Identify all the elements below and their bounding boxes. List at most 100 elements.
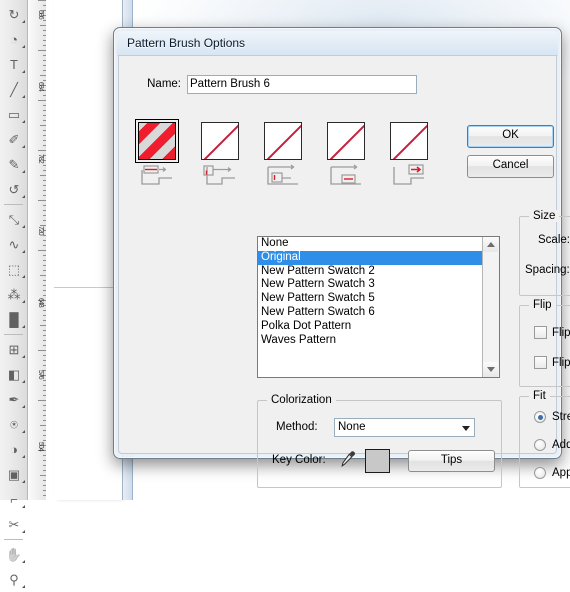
line-segment-tool[interactable]: ╱	[0, 77, 28, 102]
gradient-tool[interactable]: ◧	[0, 362, 28, 387]
diagonal-line	[203, 123, 238, 159]
mesh-icon: ⊞	[8, 342, 20, 357]
gradient-icon: ◧	[7, 367, 21, 382]
pattern-list-items[interactable]: None Original New Pattern Swatch 2 New Patt…	[258, 237, 482, 377]
eyedropper-icon: ✒	[8, 392, 20, 407]
pattern-swatch-list[interactable]: None Original New Pattern Swatch 2 New Patt…	[257, 236, 500, 378]
tile-cell-side[interactable]	[138, 122, 176, 185]
rotate-object-tool[interactable]: ↺	[0, 177, 28, 202]
symbol-sprayer-icon: ⁂	[7, 287, 21, 302]
live-paint-selection-icon: ▣	[7, 467, 21, 482]
brush-name-input[interactable]	[187, 74, 417, 94]
paintbrush-tool[interactable]: ✐	[0, 127, 28, 152]
list-item[interactable]: New Pattern Swatch 2	[258, 265, 482, 279]
rotate-tool[interactable]: ↻	[0, 2, 28, 27]
ruler-label: 782	[37, 154, 44, 163]
cancel-button[interactable]: Cancel	[467, 155, 554, 178]
ruler-tick	[38, 350, 46, 351]
pattern-brush-options-dialog: Pattern Brush Options Name: OK Cancel	[113, 27, 570, 488]
dialog-title: Pattern Brush Options	[117, 31, 558, 56]
blend-object-icon: ⍟	[10, 417, 18, 432]
size-group-title: Size	[529, 210, 560, 222]
approximate-path-label: Approximate path	[552, 467, 570, 479]
list-item[interactable]: New Pattern Swatch 6	[258, 306, 482, 320]
size-group: Size Scale: 100% Spacing: 0%	[519, 210, 570, 296]
stretch-to-fit-radio[interactable]	[534, 411, 546, 423]
key-color-label: Key Color:	[272, 454, 326, 466]
scale-tool[interactable]: ⤡	[0, 207, 28, 232]
live-paint-selection-tool[interactable]: ▣	[0, 462, 28, 487]
ruler-label: 684	[37, 82, 44, 91]
tile-cell-start[interactable]	[327, 122, 365, 185]
scroll-down-arrow-icon[interactable]	[483, 362, 498, 377]
pencil-tool[interactable]: ✎	[0, 152, 28, 177]
line-segment-icon: ╱	[10, 82, 18, 97]
column-graph-tool[interactable]: █	[0, 307, 28, 332]
tile-cell-end[interactable]	[390, 122, 428, 185]
fit-option-add-space[interactable]: Add space to fit	[534, 439, 570, 451]
end-tile-thumbnail[interactable]	[390, 122, 428, 160]
mesh-tool[interactable]: ⊞	[0, 337, 28, 362]
inner-corner-tile-thumbnail[interactable]	[264, 122, 302, 160]
blend-object-tool[interactable]: ⍟	[0, 412, 28, 437]
illustrator-workspace: ↻ ◔ T ╱ ▭ ✐ ✎ ↺ ⤡ ∿ ⬚ ⁂ █ ⊞ ◧ ✒ ⍟ ◑ ▣ ⌐ ✂ ✋ ⚲ 686 684 782 720 648 5…	[0, 0, 570, 588]
tile-cell-outer-corner[interactable]	[201, 122, 239, 185]
type-tool[interactable]: T	[0, 52, 28, 77]
flip-across-row[interactable]: Flip Across	[534, 356, 570, 369]
spacing-label: Spacing:	[525, 264, 570, 276]
cancel-button-label: Cancel	[492, 159, 529, 171]
list-item[interactable]: New Pattern Swatch 3	[258, 278, 482, 292]
eyedropper-icon[interactable]	[338, 448, 358, 468]
ok-button-label: OK	[502, 129, 519, 141]
blend-tool[interactable]: ◔	[0, 27, 28, 52]
ruler-tick	[38, 400, 46, 401]
list-item[interactable]: New Pattern Swatch 5	[258, 292, 482, 306]
ruler-label: 576	[37, 370, 44, 379]
ruler-label: 648	[37, 298, 44, 307]
rectangle-tool[interactable]: ▭	[0, 102, 28, 127]
approximate-path-radio[interactable]	[534, 467, 546, 479]
list-item[interactable]: None	[258, 237, 482, 251]
live-paint-bucket-tool[interactable]: ◑	[0, 437, 28, 462]
hand-tool[interactable]: ✋	[0, 542, 28, 567]
tips-button[interactable]: Tips	[408, 450, 495, 472]
flip-along-label: Flip Along	[552, 326, 570, 339]
ruler-tick	[38, 250, 46, 251]
tile-cell-inner-corner[interactable]	[264, 122, 302, 185]
stretch-to-fit-label: Stretch to fit	[552, 411, 570, 423]
method-dropdown[interactable]: None	[334, 418, 475, 437]
list-item[interactable]: Waves Pattern	[258, 334, 482, 348]
rectangle-icon: ▭	[7, 107, 21, 122]
method-value: None	[338, 421, 366, 433]
outer-corner-tile-thumbnail[interactable]	[201, 122, 239, 160]
ok-button[interactable]: OK	[467, 125, 554, 148]
flip-across-checkbox[interactable]	[534, 356, 547, 369]
fit-option-stretch[interactable]: Stretch to fit	[534, 411, 570, 423]
start-tile-thumbnail[interactable]	[327, 122, 365, 160]
symbol-sprayer-tool[interactable]: ⁂	[0, 282, 28, 307]
flip-along-row[interactable]: Flip Along	[534, 326, 570, 339]
fit-group: Fit Stretch to fit Add space to fit Appr…	[519, 390, 570, 488]
zoom-tool[interactable]: ⚲	[0, 567, 28, 592]
eyedropper-tool[interactable]: ✒	[0, 387, 28, 412]
ruler-tick	[38, 50, 46, 51]
fit-option-approximate[interactable]: Approximate path	[534, 467, 570, 479]
hand-icon: ✋	[5, 547, 23, 562]
slice-tool[interactable]: ✂	[0, 512, 28, 537]
add-space-to-fit-radio[interactable]	[534, 439, 546, 451]
free-transform-icon: ⬚	[7, 262, 21, 277]
scroll-up-arrow-icon[interactable]	[483, 237, 498, 252]
flip-along-checkbox[interactable]	[534, 326, 547, 339]
ruler-label: 686	[37, 10, 44, 19]
ruler-tick	[38, 100, 46, 101]
outer-corner-tile-position-icon	[202, 164, 238, 188]
key-color-swatch[interactable]	[365, 449, 390, 473]
pattern-list-scrollbar[interactable]	[482, 237, 499, 377]
side-tile-thumbnail[interactable]	[138, 122, 176, 160]
diagonal-line	[329, 123, 364, 159]
pencil-icon: ✎	[8, 157, 20, 172]
list-item[interactable]: Original	[258, 250, 482, 265]
free-transform-tool[interactable]: ⬚	[0, 257, 28, 282]
warp-tool[interactable]: ∿	[0, 232, 28, 257]
list-item[interactable]: Polka Dot Pattern	[258, 320, 482, 334]
